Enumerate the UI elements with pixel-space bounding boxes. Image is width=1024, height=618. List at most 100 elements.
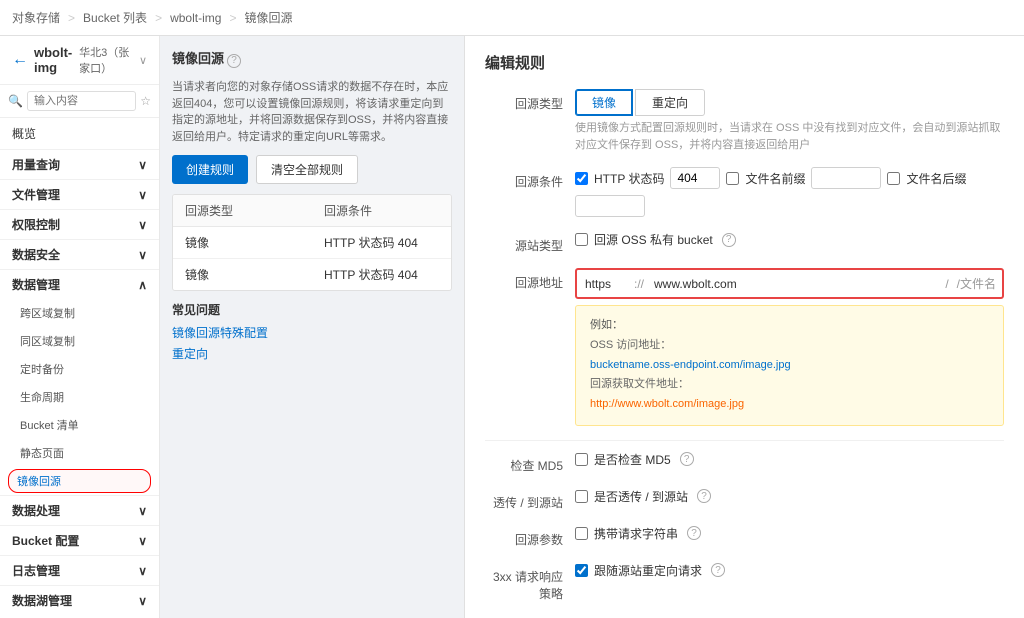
info-icon[interactable]: ?: [680, 452, 694, 466]
condition-items: HTTP 状态码 文件名前缀 文件名后缀: [575, 167, 1004, 217]
info-icon[interactable]: ?: [687, 526, 701, 540]
faq-link-redirect[interactable]: 重定向: [172, 345, 452, 362]
redirect-label: 3xx 请求响应策略: [485, 562, 575, 602]
transfer-checkbox-label: 是否透传 / 到源站: [594, 488, 688, 505]
info-icon[interactable]: ?: [697, 489, 711, 503]
prefix-input[interactable]: [811, 167, 881, 189]
nav-wbolt-img[interactable]: wbolt-img: [170, 11, 221, 25]
params-checkbox-label: 携带请求字符串: [594, 525, 678, 542]
main-content: 镜像回源 ? 当请求者向您的对象存储OSS请求的数据不存在时，本应返回404，您…: [160, 36, 464, 618]
sidebar-item-permission[interactable]: 权限控制 ∨: [0, 209, 159, 239]
transfer-checkbox[interactable]: [575, 490, 588, 503]
sidebar-item-backup[interactable]: 定时备份: [0, 355, 159, 383]
params-checkbox-group: 携带请求字符串 ?: [575, 525, 1004, 542]
sidebar-item-lifecycle[interactable]: 生命周期: [0, 383, 159, 411]
oss-access-url: bucketname.oss-endpoint.com/image.jpg: [590, 359, 791, 371]
sidebar-item-bucket-list[interactable]: Bucket 清单: [0, 411, 159, 439]
content-description: 当请求者向您的对象存储OSS请求的数据不存在时，本应返回404，您可以设置镜像回…: [172, 79, 452, 145]
sidebar: ← wbolt-img 华北3（张家口） ∨ 🔍 ☆ 概览 用量查询 ∨ 文件管…: [0, 36, 160, 618]
prefix-checkbox[interactable]: [726, 172, 739, 185]
transfer-checkbox-group: 是否透传 / 到源站 ?: [575, 488, 1004, 505]
edit-rule-panel: 编辑规则 回源类型 镜像 重定向 使用镜像方式配置回源规则时，当请求在 OSS …: [464, 36, 1024, 618]
radio-redirect[interactable]: 重定向: [635, 89, 705, 116]
search-bar: 🔍 ☆: [0, 85, 159, 118]
page-title: 镜像回源: [172, 48, 224, 67]
http-status-checkbox[interactable]: [575, 172, 588, 185]
info-icon[interactable]: ?: [711, 563, 725, 577]
http-status-label: HTTP 状态码: [594, 170, 664, 187]
check-md5-content: 是否检查 MD5 ?: [575, 451, 1004, 468]
nav-object-storage[interactable]: 对象存储: [12, 9, 60, 26]
redirect-checkbox[interactable]: [575, 564, 588, 577]
prefix-label: 文件名前缀: [745, 170, 805, 187]
back-button[interactable]: ←: [12, 51, 28, 69]
table-row[interactable]: 镜像 HTTP 状态码 404: [173, 227, 451, 259]
sidebar-header: ← wbolt-img 华北3（张家口） ∨: [0, 36, 159, 85]
sidebar-item-overview[interactable]: 概览: [0, 118, 159, 149]
sidebar-item-same-region[interactable]: 同区域复制: [0, 327, 159, 355]
sidebar-item-datalake[interactable]: 数据湖管理 ∨: [0, 585, 159, 615]
radio-mirror[interactable]: 镜像: [575, 89, 633, 116]
oss-access-label: OSS 访问地址：: [590, 339, 671, 351]
origin-type-label: 源站类型: [485, 231, 575, 254]
info-icon[interactable]: ?: [722, 233, 736, 247]
url-input-group: :// / /文件名: [575, 268, 1004, 299]
sidebar-item-log-mgmt[interactable]: 日志管理 ∨: [0, 555, 159, 585]
info-icon[interactable]: ?: [227, 54, 241, 68]
clear-all-rules-button[interactable]: 清空全部规则: [256, 155, 358, 184]
nav-mirror-origin[interactable]: 镜像回源: [244, 9, 292, 26]
check-md5-checkbox-group: 是否检查 MD5 ?: [575, 451, 1004, 468]
row-type: 镜像: [173, 227, 312, 258]
check-md5-checkbox[interactable]: [575, 453, 588, 466]
source-type-label: 回源类型: [485, 89, 575, 112]
suffix-input[interactable]: [575, 195, 645, 217]
nav-bucket-list[interactable]: Bucket 列表: [83, 9, 147, 26]
sidebar-item-usage[interactable]: 用量查询 ∨: [0, 149, 159, 179]
sidebar-item-static-page[interactable]: 静态页面: [0, 439, 159, 467]
suffix-checkbox[interactable]: [887, 172, 900, 185]
create-rule-button[interactable]: 创建规则: [172, 155, 248, 184]
row-condition: HTTP 状态码 404: [312, 227, 451, 258]
table-header: 回源类型 回源条件: [173, 195, 451, 227]
sidebar-item-bucket-config[interactable]: Bucket 配置 ∨: [0, 525, 159, 555]
table-row[interactable]: 镜像 HTTP 状态码 404: [173, 259, 451, 290]
params-checkbox[interactable]: [575, 527, 588, 540]
redirect-content: 跟随源站重定向请求 ?: [575, 562, 1004, 579]
chevron-down-icon[interactable]: ∨: [139, 54, 147, 67]
chevron-down-icon: ∨: [138, 504, 147, 518]
col-header-condition: 回源条件: [312, 195, 451, 226]
divider: [485, 440, 1004, 441]
sidebar-item-data-security[interactable]: 数据安全 ∨: [0, 239, 159, 269]
source-type-desc: 使用镜像方式配置回源规则时，当请求在 OSS 中没有找到对应文件，会自动到源站抓…: [575, 120, 1004, 153]
rules-table: 回源类型 回源条件 镜像 HTTP 状态码 404 镜像 HTTP 状态码 40…: [172, 194, 452, 291]
sidebar-item-mirror-origin[interactable]: 镜像回源: [8, 469, 151, 493]
sidebar-item-file-mgmt[interactable]: 文件管理 ∨: [0, 179, 159, 209]
star-icon[interactable]: ☆: [140, 94, 151, 108]
row-condition: HTTP 状态码 404: [312, 259, 451, 290]
url-domain-input[interactable]: [646, 272, 943, 296]
condition-label: 回源条件: [485, 167, 575, 190]
sidebar-item-cross-region[interactable]: 跨区域复制: [0, 299, 159, 327]
params-label: 回源参数: [485, 525, 575, 548]
search-input[interactable]: [27, 91, 136, 111]
redirect-checkbox-group: 跟随源站重定向请求 ?: [575, 562, 1004, 579]
url-path-label: /文件名: [951, 270, 1002, 297]
sidebar-item-data-mgmt[interactable]: 数据管理 ∧: [0, 269, 159, 299]
http-status-input[interactable]: [670, 167, 720, 189]
redirect-row: 3xx 请求响应策略 跟随源站重定向请求 ?: [485, 562, 1004, 602]
check-md5-row: 检查 MD5 是否检查 MD5 ?: [485, 451, 1004, 474]
condition-row: 回源条件 HTTP 状态码 文件名前缀 文件名后缀: [485, 167, 1004, 217]
oss-private-checkbox[interactable]: [575, 233, 588, 246]
chevron-down-icon: ∨: [138, 534, 147, 548]
sidebar-item-data-processing[interactable]: 数据处理 ∨: [0, 495, 159, 525]
faq-title: 常见问题: [172, 301, 452, 318]
source-type-row: 回源类型 镜像 重定向 使用镜像方式配置回源规则时，当请求在 OSS 中没有找到…: [485, 89, 1004, 153]
url-protocol-input[interactable]: [577, 272, 632, 296]
faq-link-mirror[interactable]: 镜像回源特殊配置: [172, 324, 452, 341]
search-icon: 🔍: [8, 94, 23, 108]
example-box: 例如： OSS 访问地址： bucketname.oss-endpoint.co…: [575, 305, 1004, 426]
chevron-down-icon: ∨: [138, 594, 147, 608]
row-type: 镜像: [173, 259, 312, 290]
chevron-down-icon: ∨: [138, 248, 147, 262]
condition-content: HTTP 状态码 文件名前缀 文件名后缀: [575, 167, 1004, 217]
